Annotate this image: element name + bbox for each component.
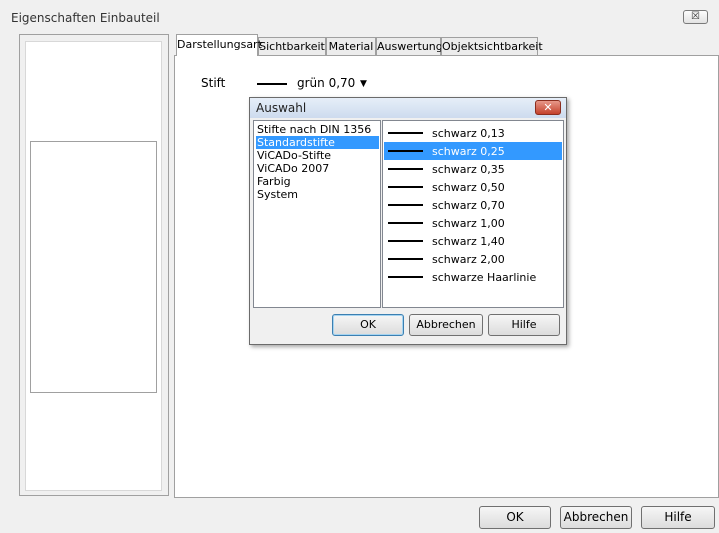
category-list[interactable]: Stifte nach DIN 1356 Standardstifte ViCA… [253, 120, 381, 308]
pen-item[interactable]: schwarz 1,40 [384, 232, 562, 250]
pen-line-icon [388, 186, 423, 188]
pen-item-selected[interactable]: schwarz 0,25 [384, 142, 562, 160]
dialog-help-button[interactable]: Hilfe [488, 314, 560, 336]
pen-line-icon [388, 132, 423, 134]
pen-label: schwarz 2,00 [432, 253, 505, 266]
pen-item[interactable]: schwarz 2,00 [384, 250, 562, 268]
pen-label: schwarz 0,50 [432, 181, 505, 194]
pen-line-icon [388, 276, 423, 278]
help-button[interactable]: Hilfe [641, 506, 715, 529]
list-item[interactable]: System [256, 188, 379, 201]
auswahl-dialog: Auswahl ✕ Stifte nach DIN 1356 Standards… [249, 97, 567, 345]
pen-label: schwarze Haarlinie [432, 271, 537, 284]
pen-item[interactable]: schwarz 0,35 [384, 160, 562, 178]
tab-auswertung[interactable]: Auswertung [376, 37, 443, 55]
dialog-ok-button[interactable]: OK [332, 314, 404, 336]
list-item[interactable]: Stifte nach DIN 1356 [256, 123, 379, 136]
list-item[interactable]: ViCADo 2007 [256, 162, 379, 175]
pen-line-icon [388, 258, 423, 260]
stift-label: Stift [201, 76, 226, 90]
list-item[interactable]: ViCADo-Stifte [256, 149, 379, 162]
pen-label: schwarz 1,40 [432, 235, 505, 248]
pen-line-icon [388, 222, 423, 224]
pen-label: schwarz 1,00 [432, 217, 505, 230]
window-title: Eigenschaften Einbauteil [11, 11, 160, 25]
pen-preview-line [257, 83, 287, 85]
tab-sichtbarkeit[interactable]: Sichtbarkeit [258, 37, 326, 55]
pen-line-icon [388, 150, 423, 152]
pen-item[interactable]: schwarz 0,13 [384, 124, 562, 142]
pen-label: schwarz 0,13 [432, 127, 505, 140]
pen-list[interactable]: schwarz 0,13 schwarz 0,25 schwarz 0,35 s… [382, 120, 564, 308]
pen-item[interactable]: schwarz 0,50 [384, 178, 562, 196]
pen-line-icon [388, 168, 423, 170]
list-item[interactable]: Farbig [256, 175, 379, 188]
tab-darstellungsart[interactable]: Darstellungsart [176, 34, 262, 56]
ok-button[interactable]: OK [479, 506, 551, 529]
pen-item[interactable]: schwarz 1,00 [384, 214, 562, 232]
chevron-down-icon[interactable]: ▼ [360, 79, 367, 89]
preview-frame [30, 141, 157, 393]
stift-value: grün 0,70 [297, 76, 356, 90]
cancel-button[interactable]: Abbrechen [560, 506, 632, 529]
pen-label: schwarz 0,35 [432, 163, 505, 176]
pen-label: schwarz 0,70 [432, 199, 505, 212]
close-icon[interactable]: ☒ [683, 10, 708, 24]
pen-item[interactable]: schwarz 0,70 [384, 196, 562, 214]
pen-item[interactable]: schwarze Haarlinie [384, 268, 562, 286]
tab-material[interactable]: Material [326, 37, 376, 55]
dialog-title: Auswahl [256, 101, 307, 115]
tab-objektsichtbarkeit[interactable]: Objektsichtbarkeit [441, 37, 543, 55]
pen-label: schwarz 0,25 [432, 145, 505, 158]
pen-line-icon [388, 240, 423, 242]
pen-line-icon [388, 204, 423, 206]
dialog-cancel-button[interactable]: Abbrechen [409, 314, 483, 336]
list-item-selected[interactable]: Standardstifte [256, 136, 379, 149]
close-icon[interactable]: ✕ [535, 100, 561, 115]
